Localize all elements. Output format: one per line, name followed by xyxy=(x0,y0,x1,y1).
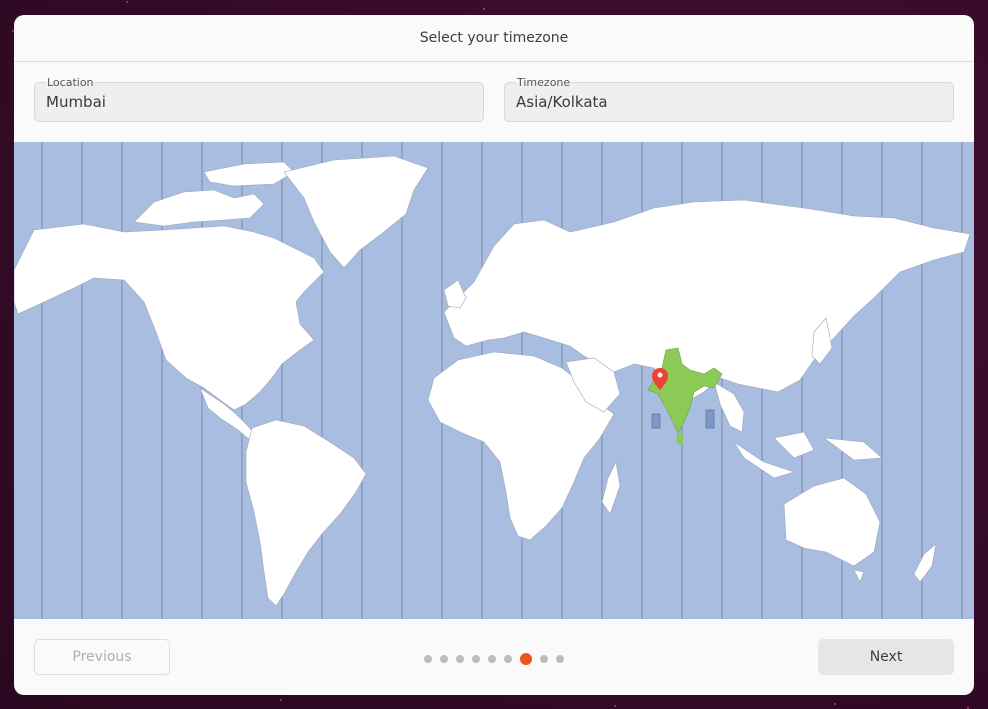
footer: Previous Next xyxy=(14,619,974,695)
page-dot xyxy=(456,655,464,663)
location-value[interactable]: Mumbai xyxy=(46,93,106,111)
andaman-marker xyxy=(705,409,715,429)
page-dot xyxy=(556,655,564,663)
land-south-america xyxy=(245,419,367,607)
land-greenland xyxy=(283,155,429,269)
land-arctic-islands xyxy=(133,189,265,227)
landmasses xyxy=(14,155,971,607)
land-southeast-asia xyxy=(713,381,745,433)
timezone-label: Timezone xyxy=(516,76,572,89)
land-north-america xyxy=(14,223,325,411)
lakshadweep-marker xyxy=(651,413,661,429)
land-new-zealand xyxy=(913,543,937,583)
land-australia xyxy=(783,477,881,567)
timezone-fields: Location Mumbai Timezone Asia/Kolkata xyxy=(14,62,974,123)
land-madagascar xyxy=(601,461,621,515)
page-dot xyxy=(504,655,512,663)
previous-button[interactable]: Previous xyxy=(34,639,170,675)
page-dot-active xyxy=(520,653,532,665)
page-dot xyxy=(472,655,480,663)
page-dot xyxy=(540,655,548,663)
page-dot xyxy=(424,655,432,663)
land-britain xyxy=(443,279,467,309)
timezone-map[interactable] xyxy=(14,142,974,619)
location-field[interactable]: Location Mumbai xyxy=(34,76,484,122)
page-indicator xyxy=(424,653,564,665)
next-button[interactable]: Next xyxy=(818,639,954,675)
page-dot xyxy=(488,655,496,663)
location-label: Location xyxy=(46,76,95,89)
world-map[interactable] xyxy=(14,142,974,619)
window-header: Select your timezone xyxy=(14,15,974,62)
timezone-field[interactable]: Timezone Asia/Kolkata xyxy=(504,76,954,122)
installer-window: Select your timezone Location Mumbai Tim… xyxy=(14,15,974,695)
timezone-value[interactable]: Asia/Kolkata xyxy=(516,93,608,111)
page-dot xyxy=(440,655,448,663)
window-title: Select your timezone xyxy=(419,30,569,46)
